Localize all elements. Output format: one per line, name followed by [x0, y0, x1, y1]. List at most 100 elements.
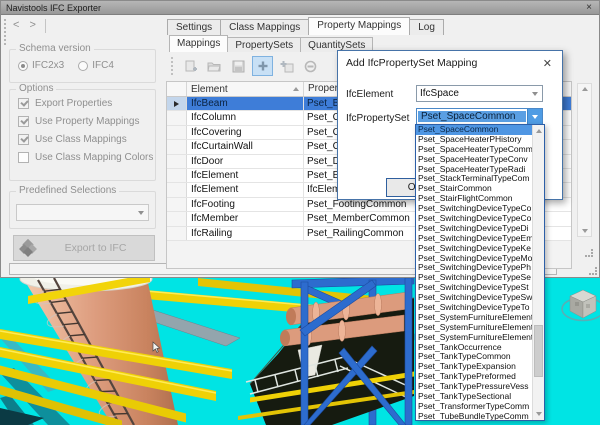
dropdown-item[interactable]: Pset_SystemFurnitureElement: [416, 323, 532, 333]
dropdown-item[interactable]: Pset_SpaceCommon: [416, 125, 532, 135]
element-cell[interactable]: IfcBeam: [187, 97, 304, 110]
row-selector-cell[interactable]: [167, 227, 187, 240]
dialog-title: Add IfcPropertySet Mapping: [346, 57, 541, 69]
element-cell[interactable]: IfcColumn: [187, 111, 304, 124]
new-mapping-button[interactable]: [180, 56, 201, 76]
scroll-down-icon[interactable]: [536, 412, 542, 416]
element-cell[interactable]: IfcFooting: [187, 198, 304, 211]
window-title: Navistools IFC Exporter: [6, 3, 584, 13]
dropdown-item[interactable]: Pset_SpaceHeaterTypeConv: [416, 155, 532, 165]
main-tab[interactable]: Log: [409, 19, 444, 35]
option-checkbox[interactable]: Use Property Mappings: [18, 116, 153, 127]
element-cell[interactable]: IfcDoor: [187, 155, 304, 168]
element-cell[interactable]: IfcMember: [187, 212, 304, 225]
ifcpropertyset-combo[interactable]: Pset_SpaceCommon: [416, 108, 543, 125]
mappings-toolbar: [171, 56, 321, 76]
back-button[interactable]: <: [13, 19, 19, 31]
row-selector-cell[interactable]: [167, 155, 187, 168]
open-mappings-button[interactable]: [204, 56, 225, 76]
ifcelement-combo-dropdown-button[interactable]: [527, 86, 542, 101]
dropdown-item[interactable]: Pset_SpaceHeaterPHistory: [416, 135, 532, 145]
dropdown-item[interactable]: Pset_SpaceHeaterTypeComm: [416, 145, 532, 155]
option-checkbox[interactable]: Use Class Mapping Colors: [18, 152, 153, 163]
dropdown-item[interactable]: Pset_TankTypeCommon: [416, 352, 532, 362]
dropdown-scrollbar[interactable]: [532, 125, 544, 420]
window-close-button[interactable]: ×: [584, 3, 594, 13]
row-selector-cell[interactable]: [167, 97, 187, 110]
panel-resize-grip[interactable]: [585, 249, 593, 257]
scroll-up-icon[interactable]: [582, 87, 588, 91]
dropdown-item[interactable]: Pset_SwitchingDeviceTypeDi: [416, 224, 532, 234]
row-selector-cell[interactable]: [167, 140, 187, 153]
dropdown-item[interactable]: Pset_SwitchingDeviceTypeKe: [416, 244, 532, 254]
ifcpropertyset-combo-dropdown-button[interactable]: [527, 109, 542, 124]
dropdown-item[interactable]: Pset_TankTypePreformed: [416, 372, 532, 382]
table-vertical-scrollbar[interactable]: [577, 83, 592, 237]
dropdown-item[interactable]: Pset_SwitchingDeviceTypeCo: [416, 214, 532, 224]
forward-button[interactable]: >: [29, 19, 35, 31]
chevron-down-icon: [532, 115, 538, 119]
dropdown-item[interactable]: Pset_SwitchingDeviceTypeSt: [416, 283, 532, 293]
dropdown-item[interactable]: Pset_SwitchingDeviceTypeTo: [416, 303, 532, 313]
dropdown-item[interactable]: Pset_SystemFurnitureElement: [416, 333, 532, 343]
checkbox-icon: [18, 134, 29, 145]
add-child-mapping-button[interactable]: [276, 56, 297, 76]
row-selector-cell[interactable]: [167, 183, 187, 196]
main-tab[interactable]: Class Mappings: [220, 19, 309, 35]
ifcelement-combo[interactable]: IfcSpace: [416, 85, 543, 102]
mapping-nav-buttons: < >: [13, 19, 36, 31]
dialog-close-button[interactable]: ✕: [541, 57, 554, 70]
dropdown-item[interactable]: Pset_TankTypePressureVess: [416, 382, 532, 392]
element-cell[interactable]: IfcCovering: [187, 126, 304, 139]
predefined-selections-combo[interactable]: [16, 204, 149, 221]
option-checkbox[interactable]: Use Class Mappings: [18, 134, 153, 145]
radio-icon: [18, 61, 28, 71]
window-resize-grip[interactable]: [589, 267, 597, 275]
option-checkbox[interactable]: Export Properties: [18, 98, 153, 109]
delete-mapping-button[interactable]: [300, 56, 321, 76]
main-tab[interactable]: Property Mappings: [308, 17, 410, 35]
export-to-ifc-button[interactable]: Export to IFC: [13, 235, 155, 261]
row-selector-cell[interactable]: [167, 212, 187, 225]
element-column-header[interactable]: Element: [187, 82, 304, 96]
dropdown-item[interactable]: Pset_TransformerTypeComm: [416, 402, 532, 412]
dropdown-item[interactable]: Pset_StackTerminalTypeCom: [416, 174, 532, 184]
dropdown-item[interactable]: Pset_TankTypeSectional: [416, 392, 532, 402]
dropdown-item[interactable]: Pset_TubeBundleTypeComm: [416, 412, 532, 420]
dropdown-item[interactable]: Pset_SwitchingDeviceTypeCo: [416, 204, 532, 214]
element-cell[interactable]: IfcCurtainWall: [187, 140, 304, 153]
element-cell[interactable]: IfcElement: [187, 169, 304, 182]
checkbox-label: Use Class Mappings: [35, 134, 127, 145]
schema-radio[interactable]: IFC4: [78, 60, 114, 71]
radio-label: IFC4: [92, 60, 114, 71]
element-cell[interactable]: IfcElement: [187, 183, 304, 196]
row-selector-cell[interactable]: [167, 111, 187, 124]
row-selector-cell[interactable]: [167, 169, 187, 182]
dropdown-item[interactable]: Pset_SwitchingDeviceTypeSe: [416, 273, 532, 283]
ifcpropertyset-field-label: IfcPropertySet: [346, 113, 409, 124]
dropdown-item[interactable]: Pset_SystemFurnitureElement: [416, 313, 532, 323]
sub-tab[interactable]: Mappings: [169, 35, 228, 52]
scroll-up-icon[interactable]: [536, 129, 542, 133]
dropdown-item[interactable]: Pset_SpaceHeaterTypeRadi: [416, 165, 532, 175]
dropdown-item[interactable]: Pset_TankTypeExpansion: [416, 362, 532, 372]
schema-radio[interactable]: IFC2x3: [18, 60, 64, 71]
scroll-down-icon[interactable]: [582, 229, 588, 233]
row-selector-cell[interactable]: [167, 126, 187, 139]
sub-tab[interactable]: PropertySets: [227, 37, 301, 52]
scrollbar-thumb[interactable]: [534, 325, 543, 377]
element-cell[interactable]: IfcRailing: [187, 227, 304, 240]
window-titlebar[interactable]: Navistools IFC Exporter ×: [1, 1, 599, 15]
add-mapping-button[interactable]: [252, 56, 273, 76]
dialog-titlebar[interactable]: Add IfcPropertySet Mapping ✕: [338, 51, 562, 75]
main-tab[interactable]: Settings: [167, 19, 221, 35]
save-mappings-button[interactable]: [228, 56, 249, 76]
row-selector-cell[interactable]: [167, 198, 187, 211]
dropdown-item[interactable]: Pset_SwitchingDeviceTypeEm: [416, 234, 532, 244]
dropdown-item[interactable]: Pset_StairCommon: [416, 184, 532, 194]
dropdown-item[interactable]: Pset_TankOccurrence: [416, 343, 532, 353]
dropdown-item[interactable]: Pset_SwitchingDeviceTypePh: [416, 263, 532, 273]
dropdown-item[interactable]: Pset_StairFlightCommon: [416, 194, 532, 204]
dropdown-item[interactable]: Pset_SwitchingDeviceTypeMo: [416, 254, 532, 264]
dropdown-item[interactable]: Pset_SwitchingDeviceTypeSw: [416, 293, 532, 303]
